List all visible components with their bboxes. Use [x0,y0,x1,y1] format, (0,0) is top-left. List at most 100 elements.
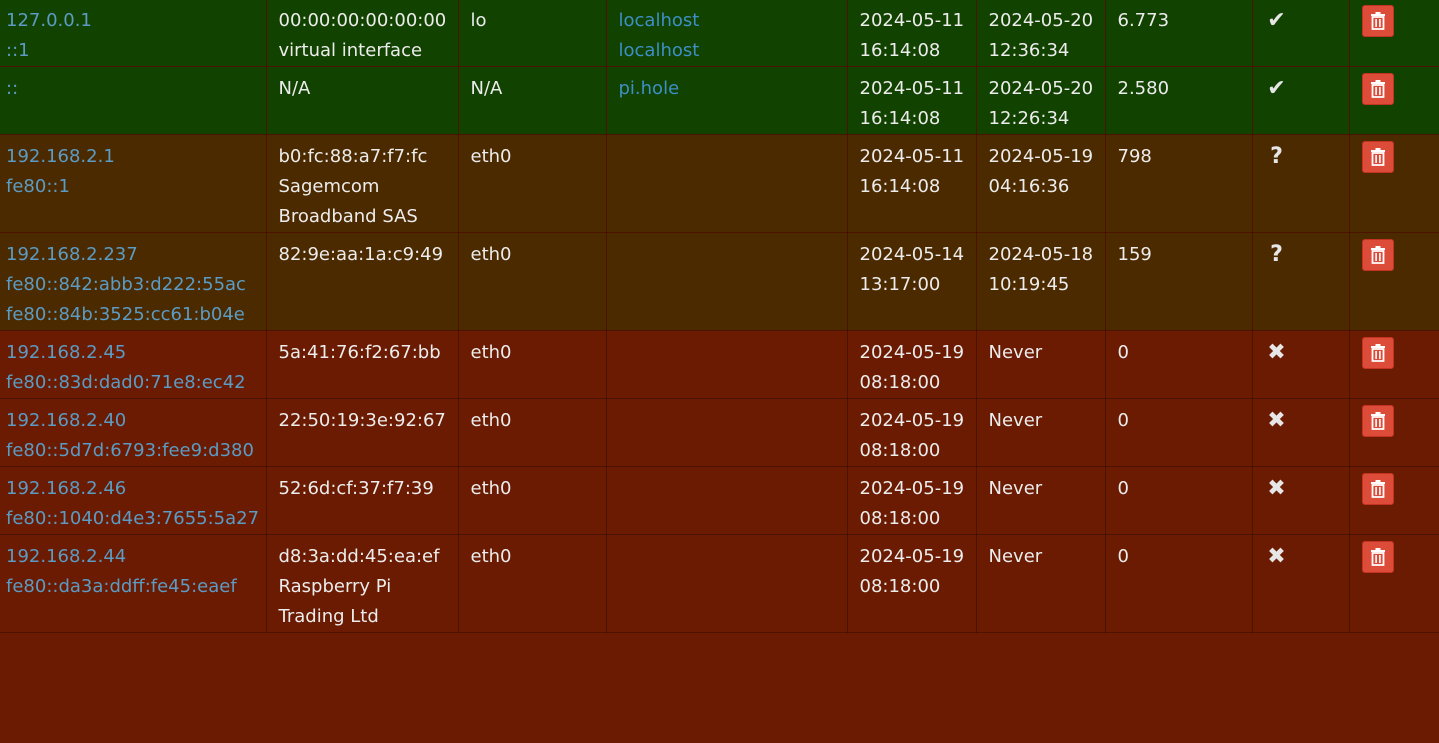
first-seen-cell: 2024-05-19 08:18:00 [846,330,977,399]
status-cell: ? [1251,232,1350,331]
hostname-cell [605,466,848,535]
last-query-cell: Never [975,398,1106,467]
last-query-cell: 2024-05-20 12:26:34 [975,66,1106,135]
delete-button[interactable] [1361,473,1394,505]
query-count: 6.773 [1117,10,1170,31]
ip-address-link[interactable]: fe80::842:abb3:d222:55ac [6,270,254,300]
ip-address-link[interactable]: fe80::da3a:ddff:fe45:eaef [6,572,254,602]
first-seen-value: 16:14:08 [859,40,941,61]
cross-icon: ✖ [1267,408,1286,433]
query-count-cell: 159 [1104,232,1253,331]
first-seen-value: 16:14:08 [859,108,941,129]
ip-address-link[interactable]: 192.168.2.237 [6,240,254,270]
ip-cell: 192.168.2.40 fe80::5d7d:6793:fee9:d380 [0,398,267,467]
ip-address-link[interactable]: fe80::5d7d:6793:fee9:d380 [6,436,254,466]
table-row: 192.168.2.237 fe80::842:abb3:d222:55ac fe8… [0,232,1439,331]
ip-address-link[interactable]: :: [6,74,254,104]
query-count-cell: 798 [1104,134,1253,233]
ip-address-link[interactable]: 192.168.2.1 [6,142,254,172]
last-query-value: Never [988,342,1043,363]
hardware-address: N/A [278,78,311,99]
trash-icon [1370,148,1385,166]
hostname-cell: localhost localhost [605,0,848,67]
ip-cell: :: [0,66,267,135]
first-seen-value: 2024-05-11 [859,78,965,99]
trash-icon [1370,344,1385,362]
interface-cell: eth0 [457,330,607,399]
table-row: 192.168.2.1 fe80::1 b0:fc:88:a7:f7:fc Sage… [0,134,1439,233]
ip-address-link[interactable]: 192.168.2.45 [6,338,254,368]
interface-label: eth0 [470,410,512,431]
delete-button[interactable] [1361,239,1394,271]
hw-cell: 82:9e:aa:1a:c9:49 [265,232,459,331]
delete-button[interactable] [1361,337,1394,369]
ip-address-link[interactable]: fe80::84b:3525:cc61:b04e [6,300,254,330]
hostname-link[interactable]: localhost [619,36,835,66]
hardware-address: Sagemcom [278,176,380,197]
hardware-address: 5a:41:76:f2:67:bb [278,342,441,363]
hostname-cell [605,534,848,633]
last-query-value: Never [988,478,1043,499]
last-query-value: 2024-05-19 [988,146,1094,167]
last-query-cell: Never [975,330,1106,399]
hostname-link[interactable]: localhost [619,6,835,36]
query-count-cell: 2.580 [1104,66,1253,135]
checkmark-icon: ✔ [1267,76,1286,101]
hostname-cell [605,330,848,399]
question-icon: ? [1270,144,1283,169]
last-query-value: 2024-05-18 [988,244,1094,265]
delete-button[interactable] [1361,405,1394,437]
status-cell: ✔ [1251,0,1350,67]
first-seen-value: 08:18:00 [859,508,941,529]
action-cell [1348,330,1439,399]
hw-cell: 22:50:19:3e:92:67 [265,398,459,467]
action-cell [1348,66,1439,135]
interface-label: lo [470,10,487,31]
first-seen-value: 08:18:00 [859,372,941,393]
status-cell: ✖ [1251,466,1350,535]
query-count: 0 [1117,410,1129,431]
status-cell: ✔ [1251,66,1350,135]
last-query-value: Never [988,410,1043,431]
last-query-cell: Never [975,534,1106,633]
action-cell [1348,398,1439,467]
ip-address-link[interactable]: fe80::83d:dad0:71e8:ec42 [6,368,254,398]
ip-address-link[interactable]: 192.168.2.46 [6,474,254,504]
first-seen-value: 2024-05-19 [859,478,965,499]
ip-address-link[interactable]: fe80::1040:d4e3:7655:5a27 [6,504,259,534]
ip-cell: 192.168.2.44 fe80::da3a:ddff:fe45:eaef [0,534,267,633]
ip-address-link[interactable]: 192.168.2.40 [6,406,254,436]
network-table-body: 127.0.0.1::1 00:00:00:00:00:00 virtual in… [0,0,1439,633]
query-count: 0 [1117,546,1129,567]
interface-cell: eth0 [457,534,607,633]
ip-address-link[interactable]: 127.0.0.1 [6,6,254,36]
interface-cell: N/A [457,66,607,135]
query-count-cell: 0 [1104,330,1253,399]
hostname-link[interactable]: pi.hole [619,74,835,104]
delete-button[interactable] [1361,541,1394,573]
interface-label: eth0 [470,546,512,567]
action-cell [1348,0,1439,67]
delete-button[interactable] [1361,5,1394,37]
last-query-value: 12:26:34 [988,108,1070,129]
first-seen-value: 2024-05-11 [859,10,965,31]
trash-icon [1370,412,1385,430]
ip-address-link[interactable]: fe80::1 [6,172,254,202]
hw-cell: 00:00:00:00:00:00 virtual interface [265,0,459,67]
hw-cell: d8:3a:dd:45:ea:ef Raspberry Pi Trading Ltd [265,534,459,633]
delete-button[interactable] [1361,141,1394,173]
ip-cell: 192.168.2.45 fe80::83d:dad0:71e8:ec42 [0,330,267,399]
cross-icon: ✖ [1267,476,1286,501]
query-count: 798 [1117,146,1152,167]
query-count: 2.580 [1117,78,1170,99]
action-cell [1348,232,1439,331]
query-count-cell: 6.773 [1104,0,1253,67]
query-count-cell: 0 [1104,534,1253,633]
ip-address-link[interactable]: 192.168.2.44 [6,542,254,572]
first-seen-value: 2024-05-11 [859,146,965,167]
cross-icon: ✖ [1267,340,1286,365]
ip-address-link[interactable]: ::1 [6,36,254,66]
first-seen-cell: 2024-05-19 08:18:00 [846,466,977,535]
status-cell: ? [1251,134,1350,233]
delete-button[interactable] [1361,73,1394,105]
